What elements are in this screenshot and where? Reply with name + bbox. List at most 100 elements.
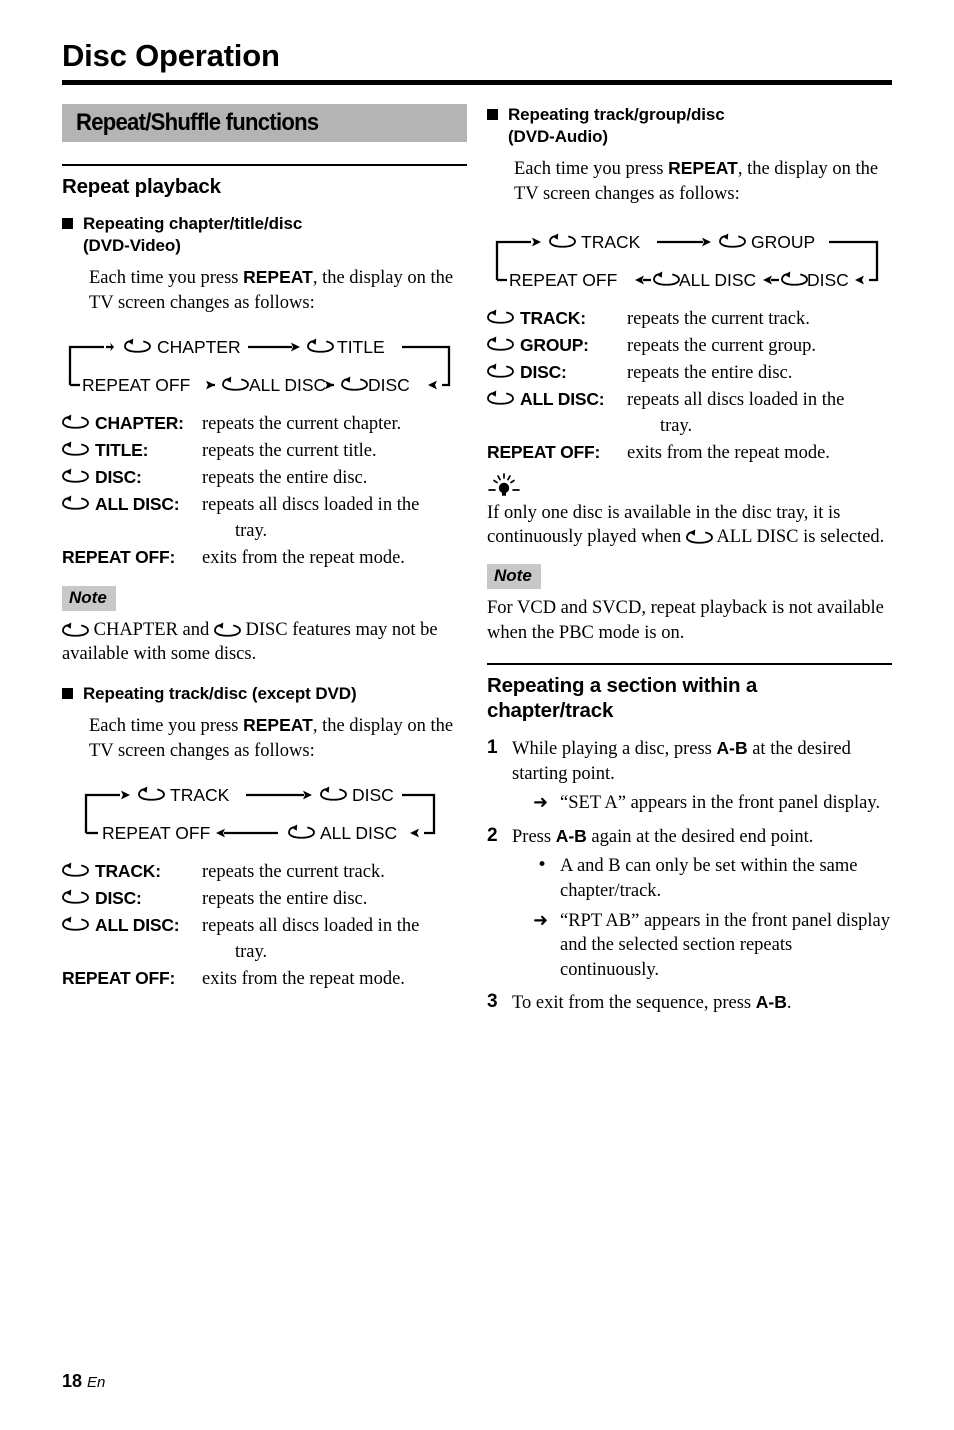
diagram-node-group: GROUP bbox=[719, 232, 815, 252]
svg-text:ALL DISC: ALL DISC bbox=[249, 375, 326, 395]
svg-text:TRACK: TRACK bbox=[170, 785, 230, 805]
repeat-loop-icon bbox=[487, 336, 520, 351]
definition-row: ALL DISC: repeats all discs loaded in th… bbox=[487, 387, 892, 414]
subheading-repeating-track-group-disc: Repeating track/group/disc (DVD-Audio) bbox=[487, 104, 892, 148]
svg-text:REPEAT OFF: REPEAT OFF bbox=[509, 270, 617, 290]
step-sub-text: “RPT AB” appears in the front panel disp… bbox=[560, 910, 891, 980]
repeat-key-label: REPEAT bbox=[243, 267, 313, 288]
definition-description: repeats the current group. bbox=[627, 336, 817, 357]
definition-list-dvd-video: CHAPTER: repeats the current chapter. TI… bbox=[62, 411, 467, 571]
repeat-loop-icon bbox=[62, 622, 89, 637]
diagram-node-track: TRACK bbox=[138, 785, 230, 805]
step-sub-item: ➜ “RPT AB” appears in the front panel di… bbox=[512, 909, 892, 983]
footer-page-number: 18 bbox=[62, 1371, 83, 1391]
step-text-a: While playing a disc, press bbox=[512, 739, 717, 760]
definition-term: DISC: bbox=[95, 467, 142, 488]
definition-description: repeats the current title. bbox=[202, 441, 377, 462]
repeat-loop-icon bbox=[487, 390, 520, 405]
subheading-repeating-chapter-title-disc: Repeating chapter/title/disc (DVD-Video) bbox=[62, 213, 467, 257]
repeat-loop-icon bbox=[686, 529, 713, 544]
note-label: Note bbox=[62, 585, 116, 611]
svg-text:ALL DISC: ALL DISC bbox=[679, 270, 756, 290]
definition-continuation: tray. bbox=[660, 415, 693, 436]
flow-diagram-dvd-video: CHAPTER TITLE REPEAT OFF ALL DISC DISC bbox=[62, 325, 467, 397]
section-bar-title: Repeat/Shuffle functions bbox=[76, 109, 319, 136]
definition-description: exits from the repeat mode. bbox=[202, 968, 405, 989]
subheading-repeating-track-disc: Repeating track/disc (except DVD) bbox=[62, 683, 467, 705]
definition-description: repeats the entire disc. bbox=[202, 889, 368, 910]
diagram-node-track: TRACK bbox=[549, 232, 641, 252]
step-number: 2 bbox=[487, 824, 498, 846]
page-footer: 18 En bbox=[62, 1371, 105, 1392]
definition-description: repeats all discs loaded in the bbox=[202, 495, 420, 516]
step-item: 3 To exit from the sequence, press A-B. bbox=[487, 991, 892, 1016]
definition-row: ALL DISC: repeats all discs loaded in th… bbox=[62, 913, 467, 940]
repeat-loop-icon bbox=[487, 363, 520, 378]
diagram-node-all-disc: ALL DISC bbox=[288, 823, 397, 843]
step-body: Press A-B again at the desired end point… bbox=[512, 825, 892, 983]
definition-description: repeats the entire disc. bbox=[627, 363, 793, 384]
svg-text:TRACK: TRACK bbox=[581, 232, 641, 252]
step-body: To exit from the sequence, press A-B. bbox=[512, 991, 892, 1016]
definition-row: ALL DISC: repeats all discs loaded in th… bbox=[62, 492, 467, 519]
flow-diagram-except-dvd: TRACK DISC REPEAT OFF ALL DISC bbox=[62, 773, 467, 845]
note-text: CHAPTER and DISC features may not be ava… bbox=[62, 618, 467, 667]
definition-term: DISC: bbox=[95, 888, 142, 909]
definition-description: repeats the entire disc. bbox=[202, 468, 368, 489]
svg-text:TITLE: TITLE bbox=[337, 337, 385, 357]
repeat-key-label: REPEAT bbox=[243, 715, 313, 735]
tip-text: If only one disc is available in the dis… bbox=[487, 501, 892, 550]
right-column: Repeating track/group/disc (DVD-Audio) E… bbox=[487, 104, 892, 1025]
definition-term: REPEAT OFF: bbox=[62, 967, 176, 988]
definition-description: exits from the repeat mode. bbox=[627, 442, 830, 463]
definition-description: repeats the current track. bbox=[202, 862, 385, 883]
heading-repeat-playback: Repeat playback bbox=[62, 164, 467, 199]
ab-key-label: A-B bbox=[555, 825, 587, 846]
definition-term: TRACK: bbox=[95, 861, 161, 882]
definition-term: GROUP: bbox=[520, 335, 589, 356]
subheading-line1: Repeating track/group/disc bbox=[508, 105, 725, 124]
definition-row: DISC: repeats the entire disc. bbox=[62, 886, 467, 913]
svg-text:REPEAT OFF: REPEAT OFF bbox=[102, 823, 210, 843]
svg-text:GROUP: GROUP bbox=[751, 232, 815, 252]
footer-language: En bbox=[87, 1374, 106, 1391]
ab-key-label: A-B bbox=[716, 738, 748, 759]
repeat-loop-icon bbox=[62, 495, 95, 510]
tip-lightbulb-icon bbox=[488, 472, 520, 496]
definition-continuation: tray. bbox=[235, 941, 268, 962]
svg-text:CHAPTER: CHAPTER bbox=[157, 337, 241, 357]
flow-diagram-dvd-audio: TRACK GROUP REPEAT OFF ALL DISC DISC bbox=[487, 220, 892, 292]
note-label: Note bbox=[487, 563, 541, 589]
diagram-node-all-disc: ALL DISC bbox=[222, 375, 326, 395]
definition-term: REPEAT OFF: bbox=[487, 441, 601, 462]
definition-term: CHAPTER: bbox=[95, 413, 184, 434]
repeat-loop-icon bbox=[487, 309, 520, 324]
definition-row: REPEAT OFF: exits from the repeat mode. bbox=[62, 966, 467, 993]
svg-text:DISC: DISC bbox=[368, 375, 410, 395]
diagram-node-disc: DISC bbox=[341, 375, 410, 395]
step-sub-item: • A and B can only be set within the sam… bbox=[512, 854, 892, 903]
definition-row: DISC: repeats the entire disc. bbox=[62, 465, 467, 492]
definition-term: ALL DISC: bbox=[95, 914, 180, 935]
diagram-node-disc: DISC bbox=[781, 270, 849, 290]
definition-row: REPEAT OFF: exits from the repeat mode. bbox=[62, 545, 467, 572]
definition-term: TRACK: bbox=[520, 308, 586, 329]
definition-continuation: tray. bbox=[235, 520, 268, 541]
definition-description: repeats the current track. bbox=[627, 309, 810, 330]
step-sub-text: A and B can only be set within the same … bbox=[560, 856, 858, 902]
intro-paragraph-dvd-video: Each time you press REPEAT, the display … bbox=[62, 266, 467, 315]
ab-key-label: A-B bbox=[755, 992, 787, 1013]
intro-text-a: Each time you press bbox=[89, 716, 244, 736]
repeat-loop-icon bbox=[62, 889, 95, 904]
definition-row: GROUP: repeats the current group. bbox=[487, 333, 892, 360]
heading-line1: Repeating a section within a bbox=[487, 674, 758, 698]
definition-term: TITLE: bbox=[95, 440, 149, 461]
bullet-dot-icon: • bbox=[537, 855, 548, 876]
intro-paragraph-dvd-audio: Each time you press REPEAT, the display … bbox=[487, 157, 892, 206]
repeat-loop-icon bbox=[62, 441, 95, 456]
step-number: 3 bbox=[487, 991, 498, 1013]
title-rule bbox=[62, 80, 892, 85]
svg-text:DISC: DISC bbox=[352, 785, 394, 805]
definition-row: TITLE: repeats the current title. bbox=[62, 438, 467, 465]
definition-description: exits from the repeat mode. bbox=[202, 547, 405, 568]
